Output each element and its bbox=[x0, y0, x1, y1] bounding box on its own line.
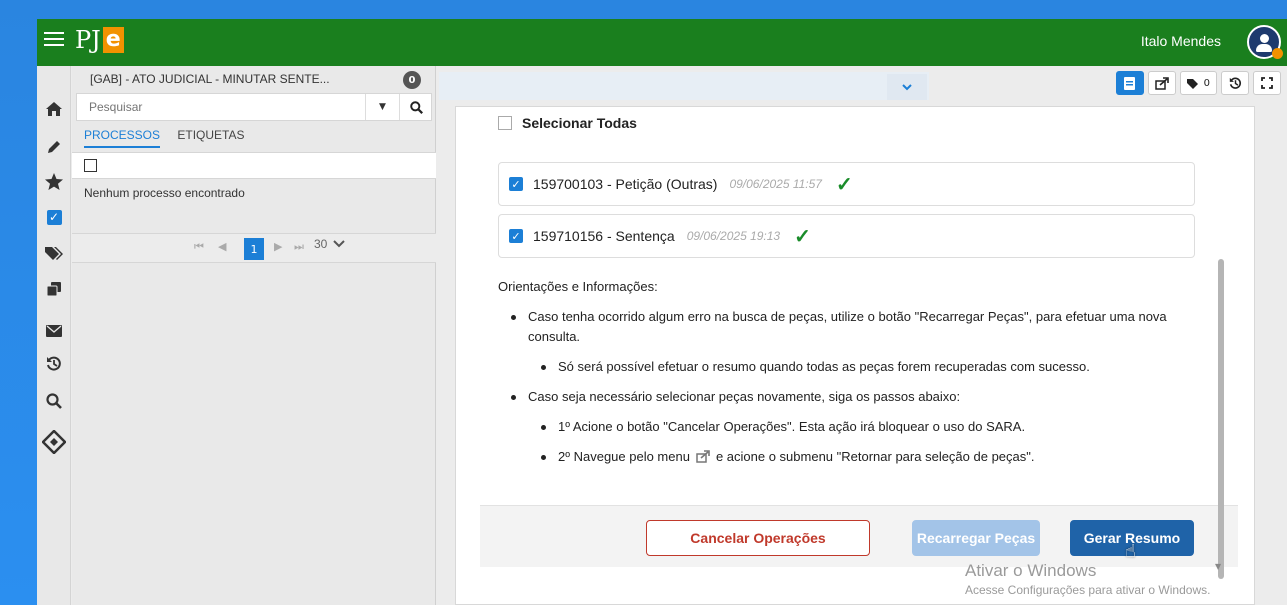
process-panel: [GAB] - ATO JUDICIAL - MINUTAR SENTE... … bbox=[72, 66, 436, 605]
fullscreen-button[interactable] bbox=[1253, 71, 1281, 95]
windows-activation-watermark: Ativar o Windows Acesse Configurações pa… bbox=[965, 561, 1210, 597]
menu-icon[interactable] bbox=[44, 28, 64, 52]
document-button[interactable] bbox=[1115, 71, 1144, 95]
home-icon[interactable] bbox=[37, 96, 71, 122]
document-checkbox[interactable]: ✓ bbox=[509, 177, 523, 191]
tags-count: 0 bbox=[1203, 77, 1210, 89]
copy-icon[interactable] bbox=[37, 276, 71, 302]
checkbox-icon[interactable]: ✓ bbox=[37, 204, 71, 230]
info-bullet: Caso tenha ocorrido algum erro na busca … bbox=[498, 307, 1198, 347]
share-icon bbox=[696, 449, 710, 463]
select-all[interactable]: Selecionar Todas bbox=[498, 115, 637, 131]
search-bar: ▼ bbox=[76, 93, 432, 121]
info-section: Orientações e Informações: Caso tenha oc… bbox=[498, 277, 1198, 477]
tab-processos[interactable]: PROCESSOS bbox=[84, 128, 161, 148]
history-icon bbox=[1229, 77, 1241, 89]
select-all-checkbox[interactable] bbox=[498, 116, 512, 130]
status-dot-icon bbox=[1272, 48, 1283, 59]
watermark-line-2: Acesse Configurações para ativar o Windo… bbox=[965, 583, 1211, 597]
document-icon bbox=[1124, 76, 1136, 90]
watermark-line-1: Ativar o Windows bbox=[965, 561, 1097, 580]
info-sub-text-post: e acione o submenu "Retornar para seleçã… bbox=[715, 449, 1035, 464]
page-size-value: 30 bbox=[314, 237, 328, 251]
document-label: 159700103 - Petição (Outras) bbox=[533, 176, 718, 192]
tag-icon bbox=[1186, 78, 1198, 89]
envelope-icon[interactable] bbox=[37, 318, 71, 344]
search-icon[interactable] bbox=[37, 388, 71, 414]
list-header bbox=[72, 152, 436, 179]
pagination: ⏮ ◀ 1 ▶ ⏭ 30 bbox=[72, 233, 436, 263]
count-badge: 0 bbox=[403, 71, 421, 89]
expand-icon bbox=[1261, 77, 1273, 89]
first-page-icon[interactable]: ⏮ bbox=[194, 240, 204, 254]
logo-accent: e bbox=[102, 27, 124, 53]
pje-logo[interactable]: PJ e bbox=[75, 25, 124, 55]
document-card[interactable]: ✓ 159710156 - Sentença 09/06/2025 19:13 … bbox=[498, 214, 1195, 258]
star-icon[interactable] bbox=[37, 168, 71, 194]
current-page[interactable]: 1 bbox=[244, 238, 264, 260]
select-all-checkbox[interactable] bbox=[84, 159, 97, 172]
history-button[interactable] bbox=[1221, 71, 1249, 95]
hand-cursor-icon: ☝ bbox=[1125, 541, 1136, 562]
page-size-select[interactable]: 30 bbox=[314, 237, 346, 251]
empty-message: Nenhum processo encontrado bbox=[84, 186, 245, 200]
info-bullet: Caso seja necessário selecionar peças no… bbox=[498, 387, 1198, 407]
reload-pieces-button[interactable]: Recarregar Peças bbox=[912, 520, 1040, 556]
user-name[interactable]: Italo Mendes bbox=[1141, 33, 1221, 49]
info-sub-bullet: 1º Acione o botão "Cancelar Operações". … bbox=[498, 417, 1198, 437]
side-rail: ✓ bbox=[37, 66, 71, 605]
checkmark-icon: ✓ bbox=[794, 225, 811, 248]
cancel-operations-button[interactable]: Cancelar Operações bbox=[646, 520, 870, 556]
search-button[interactable] bbox=[399, 94, 432, 120]
info-sub-bullet: Só será possível efetuar o resumo quando… bbox=[498, 357, 1198, 377]
document-checkbox[interactable]: ✓ bbox=[509, 229, 523, 243]
pencil-icon[interactable] bbox=[37, 134, 71, 160]
document-date: 09/06/2025 11:57 bbox=[729, 177, 822, 191]
summary-dialog: Selecionar Todas ✓ 159700103 - Petição (… bbox=[455, 106, 1255, 605]
main-area: 0 Selecionar Todas ✓ 159700103 - Petição… bbox=[437, 66, 1287, 605]
checkmark-icon: ✓ bbox=[835, 173, 853, 196]
prev-page-icon[interactable]: ◀ bbox=[218, 240, 226, 253]
diamond-nav-icon[interactable] bbox=[37, 426, 71, 458]
tags-button[interactable]: 0 bbox=[1179, 71, 1217, 95]
avatar[interactable] bbox=[1247, 25, 1283, 59]
chevron-down-icon bbox=[333, 240, 346, 248]
scrollbar-thumb[interactable] bbox=[1218, 259, 1224, 579]
info-sub-text-pre: 2º Navegue pelo menu bbox=[558, 449, 690, 464]
process-tabs: PROCESSOS ETIQUETAS bbox=[84, 128, 259, 148]
scroll-down-icon[interactable]: ▼ bbox=[1215, 562, 1221, 571]
share-button[interactable] bbox=[1147, 71, 1176, 95]
document-toolbar: 0 bbox=[1115, 71, 1281, 95]
app-window: PJ e Italo Mendes ✓ [GAB] - ATO JUDICIAL… bbox=[37, 19, 1287, 605]
info-sub-bullet: 2º Navegue pelo menu e acione o submenu "… bbox=[498, 447, 1198, 467]
document-date: 09/06/2025 19:13 bbox=[686, 229, 781, 243]
share-icon bbox=[1154, 76, 1169, 90]
task-title: [GAB] - ATO JUDICIAL - MINUTAR SENTE... bbox=[90, 72, 330, 86]
search-input[interactable] bbox=[77, 94, 362, 120]
logo-text: PJ bbox=[75, 26, 101, 54]
tab-etiquetas[interactable]: ETIQUETAS bbox=[177, 128, 244, 146]
top-bar: PJ e Italo Mendes bbox=[37, 19, 1287, 66]
select-all-label: Selecionar Todas bbox=[522, 115, 637, 131]
document-label: 159710156 - Sentença bbox=[533, 228, 675, 244]
next-page-icon[interactable]: ▶ bbox=[274, 240, 282, 253]
chevron-down-icon[interactable] bbox=[887, 74, 927, 100]
info-title: Orientações e Informações: bbox=[498, 279, 658, 294]
caret-down-icon[interactable]: ▼ bbox=[365, 94, 399, 120]
document-header-strip bbox=[439, 72, 929, 100]
history-icon[interactable] bbox=[37, 351, 71, 377]
last-page-icon[interactable]: ⏭ bbox=[294, 240, 304, 254]
tags-icon[interactable] bbox=[37, 240, 71, 266]
document-card[interactable]: ✓ 159700103 - Petição (Outras) 09/06/202… bbox=[498, 162, 1195, 206]
